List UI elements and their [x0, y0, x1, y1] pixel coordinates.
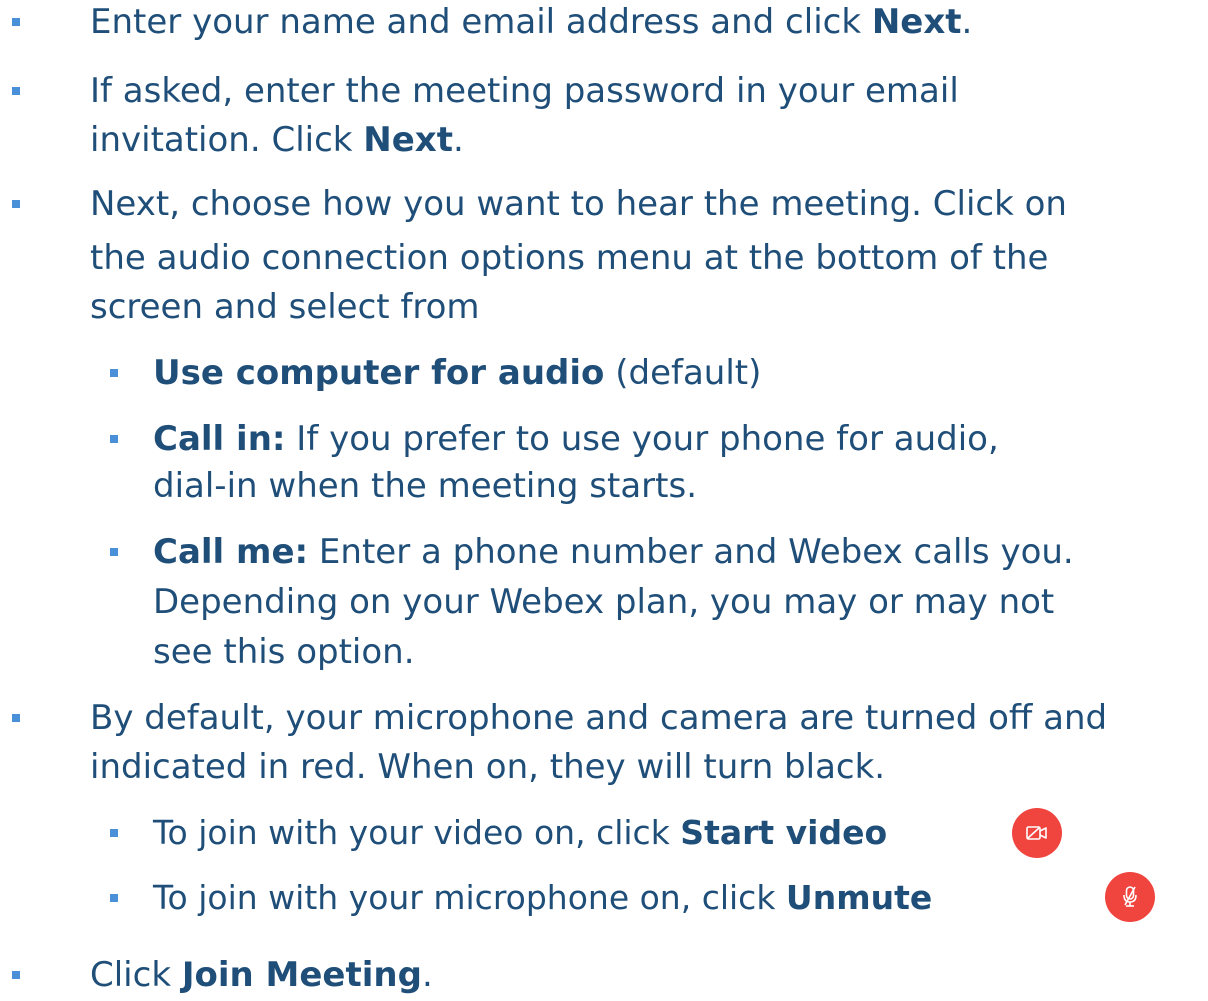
step-3-line-3: screen and select from: [90, 287, 480, 327]
sub-unmute-bold: Unmute: [785, 878, 933, 917]
bullet-marker: [110, 435, 118, 443]
mic-muted-icon[interactable]: [1105, 872, 1155, 922]
step-1-bold: Next: [871, 2, 962, 42]
step-4-line-2: indicated in red. When on, they will tur…: [90, 747, 886, 787]
step-3-line-1: Next, choose how you want to hear the me…: [90, 184, 1067, 224]
option-call-me-line-3: see this option.: [153, 632, 415, 672]
option-call-in-line-2: dial-in when the meeting starts.: [153, 466, 697, 506]
step-1-post: .: [961, 2, 973, 42]
step-5: Click Join Meeting.: [90, 953, 433, 997]
bullet-marker: [12, 87, 20, 95]
step-5-post: .: [421, 955, 433, 995]
option-computer-audio: Use computer for audio (default): [153, 351, 761, 395]
microphone-icon: [1123, 886, 1137, 907]
step-2-text: invitation. Click: [90, 120, 364, 160]
bullet-marker: [12, 200, 20, 208]
sub-start-video-text: To join with your video on, click: [153, 813, 681, 852]
option-call-me-line-2: Depending on your Webex plan, you may or…: [153, 582, 1055, 622]
bullet-marker: [110, 548, 118, 556]
bullet-marker: [12, 18, 20, 26]
option-computer-audio-text: (default): [615, 353, 762, 393]
step-5-bold: Join Meeting: [181, 955, 422, 995]
step-2-post: .: [453, 120, 464, 160]
option-call-in-line-1: Call in: If you prefer to use your phone…: [153, 417, 999, 461]
video-off-icon[interactable]: [1012, 808, 1062, 858]
option-call-me-bold: Call me:: [153, 532, 309, 572]
option-call-me-line-1: Call me: Enter a phone number and Webex …: [153, 530, 1074, 574]
step-3-line-2: the audio connection options menu at the…: [90, 238, 1049, 278]
bullet-marker: [110, 894, 118, 902]
option-call-me-text: Enter a phone number and Webex calls you…: [308, 532, 1074, 572]
option-call-in-bold: Call in:: [153, 419, 286, 459]
step-1-text: Enter your name and email address and cl…: [90, 2, 872, 42]
step-5-text: Click: [90, 955, 182, 995]
step-2-line-2: invitation. Click Next.: [90, 118, 464, 162]
sub-unmute-text: To join with your microphone on, click: [153, 878, 786, 917]
bullet-marker: [110, 829, 118, 837]
bullet-marker: [12, 971, 20, 979]
step-1: Enter your name and email address and cl…: [90, 0, 972, 44]
option-call-in-text: If you prefer to use your phone for audi…: [285, 419, 999, 459]
sub-unmute: To join with your microphone on, click U…: [153, 876, 932, 920]
sub-start-video: To join with your video on, click Start …: [153, 811, 887, 855]
bullet-marker: [12, 714, 20, 722]
step-2-line-1: If asked, enter the meeting password in …: [90, 71, 959, 111]
sub-start-video-bold: Start video: [680, 813, 888, 852]
option-computer-audio-bold: Use computer for audio: [153, 353, 605, 393]
step-2-bold: Next: [363, 120, 453, 160]
bullet-marker: [110, 369, 118, 377]
camera-icon: [1026, 826, 1047, 840]
instruction-document: Enter your name and email address and cl…: [0, 0, 1208, 1001]
step-4-line-1: By default, your microphone and camera a…: [90, 698, 1108, 738]
